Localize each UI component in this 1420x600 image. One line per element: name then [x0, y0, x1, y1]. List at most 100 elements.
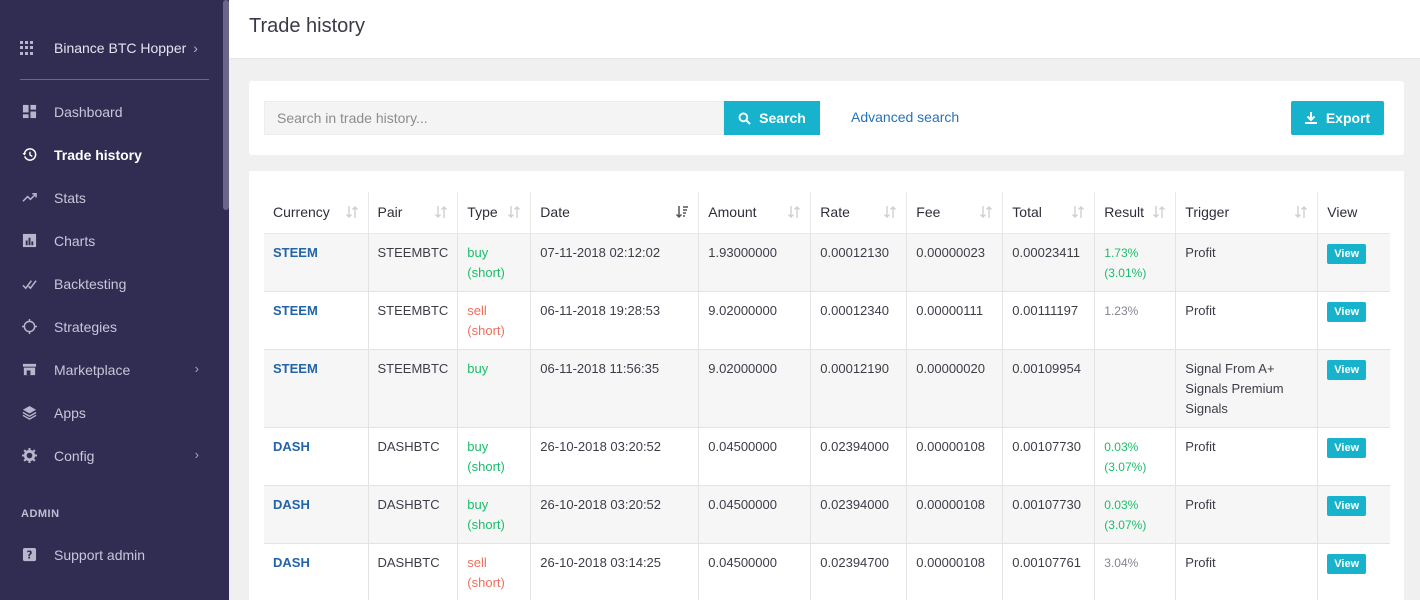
cell-type: sell (short) — [457, 290, 532, 350]
sidebar-item-label: Dashboard — [54, 103, 123, 120]
cell-total: 0.00107761 — [1002, 542, 1096, 600]
cell-fee: 0.00000108 — [906, 542, 1004, 600]
sidebar-item-charts[interactable]: Charts — [0, 219, 223, 262]
cell-result: 0.03% (3.07%) — [1094, 426, 1177, 486]
trade-type-note: (short) — [467, 322, 505, 338]
sidebar-item-label: Trade history — [54, 146, 142, 163]
cell-view: View — [1317, 484, 1390, 544]
search-button[interactable]: Search — [724, 101, 820, 135]
sidebar-item-trade-history[interactable]: Trade history — [0, 133, 223, 176]
trade-history-table: Currency Pair Type Date Amount Rate Fee … — [264, 192, 1390, 600]
column-header-pair[interactable]: Pair — [367, 192, 459, 234]
chevron-right-icon: › — [193, 40, 198, 56]
cell-total: 0.00023411 — [1002, 232, 1096, 292]
cell-rate: 0.00012130 — [810, 232, 908, 292]
cell-currency[interactable]: DASH — [264, 542, 369, 600]
cell-currency[interactable]: DASH — [264, 426, 369, 486]
trade-history-panel: Currency Pair Type Date Amount Rate Fee … — [249, 171, 1404, 600]
column-header-date[interactable]: Date — [530, 192, 700, 234]
sidebar-item-stats[interactable]: Stats — [0, 176, 223, 219]
cell-currency[interactable]: STEEM — [264, 348, 369, 428]
table-row[interactable]: STEEM STEEMBTC sell (short) 06-11-2018 19:28… — [264, 290, 1390, 350]
help-icon: ? — [21, 547, 37, 563]
view-button[interactable]: View — [1327, 359, 1367, 380]
view-button[interactable]: View — [1327, 301, 1367, 322]
column-header-currency[interactable]: Currency — [264, 192, 369, 234]
cell-result — [1094, 348, 1177, 428]
cell-currency[interactable]: DASH — [264, 484, 369, 544]
checkmarks-icon — [21, 276, 37, 292]
column-header-fee[interactable]: Fee — [906, 192, 1004, 234]
cell-rate: 0.00012190 — [810, 348, 908, 428]
page-header: Trade history — [229, 0, 1420, 59]
column-header-amount[interactable]: Amount — [698, 192, 812, 234]
search-input[interactable] — [264, 101, 724, 135]
sidebar-item-backtesting[interactable]: Backtesting — [0, 262, 223, 305]
sidebar-item-apps[interactable]: Apps — [0, 391, 223, 434]
result-value: 1.23% — [1104, 303, 1139, 318]
page-title: Trade history — [249, 15, 365, 37]
cell-total: 0.00109954 — [1002, 348, 1096, 428]
result-value: 3.04% — [1104, 555, 1139, 570]
export-button-label: Export — [1325, 110, 1371, 126]
cell-type: buy (short) — [457, 232, 532, 292]
sidebar-divider — [20, 79, 209, 80]
sort-descending-icon — [676, 206, 689, 219]
trade-type: buy — [467, 438, 489, 454]
sidebar-item-label: Marketplace — [54, 361, 131, 378]
cell-date: 06-11-2018 11:56:35 — [530, 348, 700, 428]
cell-fee: 0.00000108 — [906, 426, 1004, 486]
view-button[interactable]: View — [1327, 495, 1367, 516]
sort-icon — [884, 206, 897, 218]
cell-amount: 1.93000000 — [698, 232, 812, 292]
trade-type-note: (short) — [467, 574, 505, 590]
trade-type: buy — [467, 360, 489, 376]
sort-icon — [788, 206, 801, 218]
sort-icon — [345, 206, 358, 218]
cell-rate: 0.00012340 — [810, 290, 908, 350]
table-row[interactable]: STEEM STEEMBTC buy (short) 07-11-2018 02:12:… — [264, 232, 1390, 292]
trade-type: sell — [467, 302, 487, 318]
sidebar-item-marketplace[interactable]: Marketplace › — [0, 348, 223, 391]
history-icon — [21, 147, 37, 163]
table-row[interactable]: DASH DASHBTC buy (short) 26-10-2018 03:20:52… — [264, 484, 1390, 544]
column-header-type[interactable]: Type — [457, 192, 532, 234]
cell-currency[interactable]: STEEM — [264, 290, 369, 350]
table-row[interactable]: DASH DASHBTC buy (short) 26-10-2018 03:20:52… — [264, 426, 1390, 486]
sidebar-item-support-admin[interactable]: ? Support admin — [0, 533, 223, 576]
column-header-rate[interactable]: Rate — [810, 192, 908, 234]
column-header-total[interactable]: Total — [1002, 192, 1096, 234]
column-header-trigger[interactable]: Trigger — [1175, 192, 1319, 234]
cell-rate: 0.02394700 — [810, 542, 908, 600]
view-button[interactable]: View — [1327, 437, 1367, 458]
chart-icon — [21, 233, 37, 249]
cell-currency[interactable]: STEEM — [264, 232, 369, 292]
cell-view: View — [1317, 348, 1390, 428]
cell-rate: 0.02394000 — [810, 484, 908, 544]
app-switcher[interactable]: Binance BTC Hopper › — [20, 38, 198, 58]
table-row[interactable]: STEEM STEEMBTC buy 06-11-2018 11:56:35 9.020… — [264, 348, 1390, 428]
trade-type: buy — [467, 244, 489, 260]
sidebar-item-dashboard[interactable]: Dashboard — [0, 90, 223, 133]
cell-trigger: Signal From A+ Signals Premium Signals — [1175, 348, 1319, 428]
trade-type-note: (short) — [467, 458, 505, 474]
export-button[interactable]: Export — [1291, 101, 1384, 135]
sidebar-item-strategies[interactable]: Strategies — [0, 305, 223, 348]
advanced-search-link[interactable]: Advanced search — [851, 109, 959, 125]
trending-up-icon — [21, 190, 37, 206]
search-panel: Search Advanced search Export — [249, 81, 1404, 155]
trade-type: sell — [467, 554, 487, 570]
cell-trigger: Profit — [1175, 232, 1319, 292]
cell-result: 1.73% (3.01%) — [1094, 232, 1177, 292]
table-row[interactable]: DASH DASHBTC sell (short) 26-10-2018 03:14:2… — [264, 542, 1390, 600]
sidebar-item-config[interactable]: Config › — [0, 434, 223, 477]
result-value: 0.03% — [1104, 497, 1139, 512]
view-button[interactable]: View — [1327, 553, 1367, 574]
sidebar-item-label: Apps — [54, 404, 86, 421]
column-header-result[interactable]: Result — [1094, 192, 1177, 234]
cell-fee: 0.00000108 — [906, 484, 1004, 544]
result-value: 0.03% — [1104, 439, 1139, 454]
view-button[interactable]: View — [1327, 243, 1367, 264]
cell-date: 07-11-2018 02:12:02 — [530, 232, 700, 292]
cell-rate: 0.02394000 — [810, 426, 908, 486]
